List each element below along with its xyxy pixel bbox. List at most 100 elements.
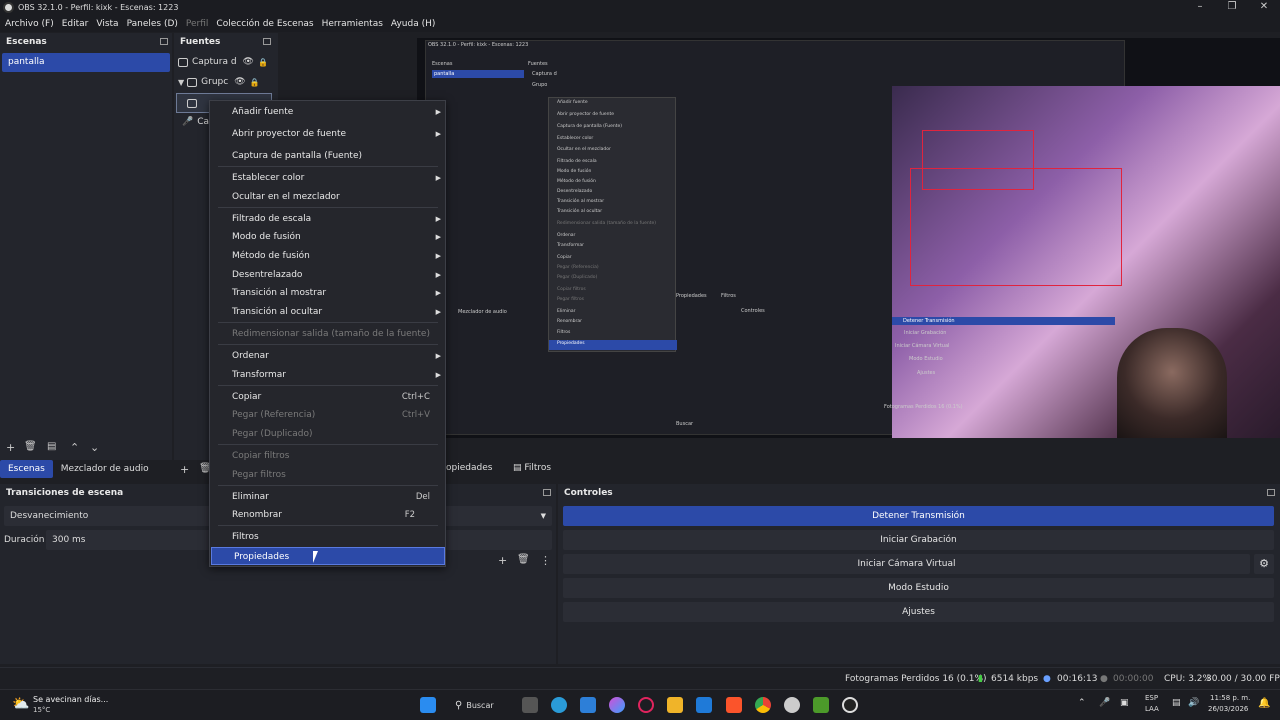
menu-properties[interactable]: Propiedades	[211, 547, 445, 565]
menu-show-transition[interactable]: Transición al mostrar ▶	[210, 284, 445, 302]
visibility-eye-icon[interactable]: 👁	[243, 57, 254, 67]
tab-escenas[interactable]: Escenas	[0, 460, 53, 478]
scene-item-pantalla[interactable]: pantalla	[2, 53, 170, 72]
menu-blend-mode[interactable]: Modo de fusión ▶	[210, 228, 445, 246]
menu-transform[interactable]: Transformar ▶	[210, 366, 445, 384]
chrome-profile-icon[interactable]	[784, 697, 800, 713]
copilot-icon[interactable]	[609, 697, 625, 713]
undock-icon[interactable]	[1267, 489, 1275, 496]
clock-time[interactable]: 11:58 p. m.	[1210, 694, 1250, 702]
close-icon[interactable]: ✕	[1248, 0, 1280, 15]
tray-chevron-icon[interactable]: ⌃	[1078, 698, 1086, 708]
menu-copy[interactable]: Copiar Ctrl+C	[210, 388, 445, 406]
gear-icon[interactable]: ⚙	[1254, 554, 1274, 574]
menu-deinterlace[interactable]: Desentrelazado ▶	[210, 266, 445, 284]
menu-archivo[interactable]: Archivo (F)	[2, 19, 57, 29]
menu-paneles[interactable]: Paneles (D)	[124, 19, 181, 29]
undock-icon[interactable]	[263, 38, 271, 45]
microphone-icon[interactable]: 🎤	[1099, 698, 1110, 708]
menu-paste-ref[interactable]: Pegar (Referencia) Ctrl+V	[210, 406, 445, 424]
preview-canvas[interactable]: OBS 32.1.0 - Perfil: kixk - Escenas: 122…	[417, 38, 1280, 438]
obs-icon[interactable]	[842, 697, 858, 713]
menu-scale-filter[interactable]: Filtrado de escala ▶	[210, 210, 445, 228]
virtual-camera-button[interactable]: Iniciar Cámara Virtual	[563, 554, 1250, 574]
remove-transition-icon[interactable]: 🗑	[517, 554, 530, 565]
start-recording-button[interactable]: Iniciar Grabación	[563, 530, 1274, 550]
menu-add-source[interactable]: Añadir fuente ▶	[210, 103, 445, 121]
menu-set-color[interactable]: Establecer color ▶	[210, 169, 445, 187]
scene-filters-icon[interactable]: ▤	[47, 441, 56, 452]
menu-vista[interactable]: Vista	[93, 19, 121, 29]
minecraft-icon[interactable]	[813, 697, 829, 713]
menu-label: Transición al mostrar	[232, 288, 327, 298]
nested-menu-item: Transición al ocultar	[557, 209, 603, 214]
source-item[interactable]: ▼ Grupc 👁 🔒	[178, 72, 274, 92]
move-up-icon[interactable]: ⌃	[70, 441, 79, 454]
chrome-icon[interactable]	[755, 697, 771, 713]
outlook-icon[interactable]	[580, 697, 596, 713]
source-item[interactable]: Captura d 👁 🔒	[178, 52, 274, 72]
clock-date[interactable]: 26/03/2026	[1208, 705, 1248, 713]
chevron-down-icon[interactable]: ▼	[178, 78, 184, 87]
menu-blend-method[interactable]: Método de fusión ▶	[210, 247, 445, 265]
nested-menu-item: Filtros	[557, 330, 571, 335]
more-options-icon[interactable]: ⋮	[540, 554, 551, 567]
menu-rename[interactable]: Renombrar F2	[210, 506, 445, 524]
windows-start-icon[interactable]	[420, 697, 436, 713]
volume-icon[interactable]: 🔊	[1188, 698, 1199, 708]
menu-separator	[218, 166, 438, 167]
wifi-icon[interactable]: ▤	[1172, 698, 1181, 708]
undock-icon[interactable]	[160, 38, 168, 45]
lang-2[interactable]: LAA	[1145, 705, 1159, 713]
menu-resize-output[interactable]: Redimensionar salida (tamaño de la fuent…	[210, 325, 445, 343]
studio-mode-button[interactable]: Modo Estudio	[563, 578, 1274, 598]
transition-type-value: Desvanecimiento	[10, 511, 89, 521]
undock-icon[interactable]	[543, 489, 551, 496]
edge-icon[interactable]	[551, 697, 567, 713]
menu-coleccion[interactable]: Colección de Escenas	[213, 19, 316, 29]
brave-icon[interactable]	[726, 697, 742, 713]
notifications-icon[interactable]: 🔔	[1258, 698, 1270, 709]
stop-stream-button[interactable]: Detener Transmisión	[563, 506, 1274, 526]
menu-order[interactable]: Ordenar ▶	[210, 347, 445, 365]
tab-propiedades[interactable]: opiedades	[438, 459, 500, 477]
add-scene-icon[interactable]: +	[6, 441, 15, 454]
menu-copy-filters[interactable]: Copiar filtros	[210, 447, 445, 465]
menu-perfil[interactable]: Perfil	[183, 19, 212, 29]
menu-editar[interactable]: Editar	[59, 19, 92, 29]
menu-open-projector[interactable]: Abrir proyector de fuente ▶	[210, 125, 445, 143]
menu-filters[interactable]: Filtros	[210, 528, 445, 546]
menu-screenshot[interactable]: Captura de pantalla (Fuente)	[210, 147, 445, 165]
taskbar-search[interactable]: ⚲ Buscar	[455, 695, 510, 716]
lock-icon[interactable]: 🔒	[250, 78, 260, 87]
menu-hide-mixer[interactable]: Ocultar en el mezclador	[210, 188, 445, 206]
menu-hide-transition[interactable]: Transición al ocultar ▶	[210, 303, 445, 321]
selection-box	[922, 130, 1034, 190]
opera-icon[interactable]	[638, 697, 654, 713]
remove-scene-icon[interactable]: 🗑	[24, 441, 37, 452]
menu-ayuda[interactable]: Ayuda (H)	[388, 19, 438, 29]
task-view-icon[interactable]	[522, 697, 538, 713]
minimize-icon[interactable]: –	[1184, 0, 1216, 15]
add-source-icon[interactable]: +	[180, 463, 189, 476]
visibility-eye-icon[interactable]: 👁	[234, 77, 245, 87]
lock-icon[interactable]: 🔒	[258, 58, 268, 67]
menu-paste-dup[interactable]: Pegar (Duplicado)	[210, 425, 445, 443]
menu-paste-filters[interactable]: Pegar filtros	[210, 466, 445, 484]
nested-search: Buscar	[676, 421, 694, 427]
tab-filtros[interactable]: ▤ Filtros	[513, 459, 551, 477]
tab-mezclador[interactable]: Mezclador de audio	[53, 460, 157, 478]
submenu-arrow-icon: ▶	[435, 289, 441, 297]
move-down-icon[interactable]: ⌄	[90, 441, 99, 454]
tray-device-icon[interactable]: ▣	[1120, 698, 1129, 708]
menu-herramientas[interactable]: Herramientas	[319, 19, 386, 29]
maximize-icon[interactable]: ❐	[1216, 0, 1248, 15]
lang-1[interactable]: ESP	[1145, 694, 1158, 702]
menu-remove[interactable]: Eliminar Del	[210, 488, 445, 506]
window-title: OBS 32.1.0 - Perfil: kixk - Escenas: 122…	[18, 3, 179, 12]
nested-menu-item: Copiar filtros	[557, 287, 586, 292]
settings-button[interactable]: Ajustes	[563, 602, 1274, 622]
vscode-icon[interactable]	[696, 697, 712, 713]
add-transition-icon[interactable]: +	[498, 554, 507, 567]
file-explorer-icon[interactable]	[667, 697, 683, 713]
